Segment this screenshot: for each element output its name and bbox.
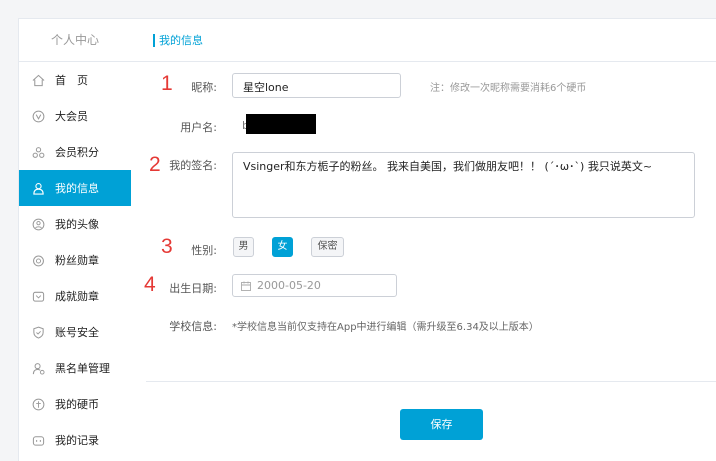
sidebar-item-blacklist[interactable]: 黑名单管理 <box>19 350 131 386</box>
achievement-icon <box>31 289 45 303</box>
sidebar-item-security[interactable]: 账号安全 <box>19 314 131 350</box>
sidebar-item-label: 首 页 <box>55 74 88 87</box>
vip-icon <box>31 109 45 123</box>
birthday-input[interactable]: 2000-05-20 <box>232 274 397 297</box>
sidebar-item-home[interactable]: 首 页 <box>19 62 131 98</box>
sidebar-item-label: 粉丝勋章 <box>55 254 99 267</box>
sidebar-item-label: 账号安全 <box>55 326 99 339</box>
record-icon <box>31 433 45 447</box>
main-panel: 我的信息 1 昵称: 星空lone 注：修改一次昵称需要消耗6个硬币 用户名: … <box>131 18 716 461</box>
save-button[interactable]: 保存 <box>400 409 483 440</box>
home-icon <box>31 73 45 87</box>
sidebar-item-label: 我的头像 <box>55 218 99 231</box>
blacklist-icon <box>31 361 45 375</box>
sidebar-item-achievement[interactable]: 成就勋章 <box>19 278 131 314</box>
sidebar-item-label: 黑名单管理 <box>55 362 110 375</box>
birthday-value: 2000-05-20 <box>257 279 321 292</box>
redacted-block <box>246 114 316 134</box>
sidebar-item-records[interactable]: 我的记录 <box>19 422 131 458</box>
sidebar: 个人中心 首 页 大会员 会员积分 我的信息 我的头像 粉丝勋章 成就勋章 账号… <box>18 18 132 461</box>
sidebar-item-my-info[interactable]: 我的信息 <box>19 170 131 206</box>
birthday-label: 出生日期: <box>169 282 217 295</box>
sidebar-item-avatar[interactable]: 我的头像 <box>19 206 131 242</box>
gender-female-button[interactable]: 女 <box>272 237 293 257</box>
nickname-input[interactable]: 星空lone <box>232 73 401 98</box>
sidebar-title: 个人中心 <box>19 19 131 62</box>
gender-label: 性别: <box>191 244 217 257</box>
sidebar-item-label: 会员积分 <box>55 146 99 159</box>
avatar-icon <box>31 217 45 231</box>
user-icon <box>31 181 45 195</box>
fan-medal-icon <box>31 253 45 267</box>
sidebar-item-vip[interactable]: 大会员 <box>19 98 131 134</box>
gender-male-button[interactable]: 男 <box>233 237 254 257</box>
main-header: 我的信息 <box>131 19 716 62</box>
page-title: 我的信息 <box>159 34 203 47</box>
gender-secret-button[interactable]: 保密 <box>311 237 344 257</box>
sidebar-item-fan-medal[interactable]: 粉丝勋章 <box>19 242 131 278</box>
sidebar-item-label: 大会员 <box>55 110 88 123</box>
username-label: 用户名: <box>180 121 217 134</box>
school-note: *学校信息当前仅支持在App中进行编辑（需升级至6.34及以上版本） <box>232 322 539 333</box>
sidebar-item-label: 我的记录 <box>55 434 99 447</box>
points-icon <box>31 145 45 159</box>
nickname-label: 昵称: <box>191 81 217 94</box>
divider <box>146 381 716 382</box>
sidebar-item-label: 成就勋章 <box>55 290 99 303</box>
sidebar-item-label: 我的硬币 <box>55 398 99 411</box>
calendar-icon <box>241 281 251 291</box>
coin-icon <box>31 397 45 411</box>
shield-icon <box>31 325 45 339</box>
nickname-hint: 注：修改一次昵称需要消耗6个硬币 <box>430 83 587 94</box>
sidebar-item-coins[interactable]: 我的硬币 <box>19 386 131 422</box>
sidebar-item-points[interactable]: 会员积分 <box>19 134 131 170</box>
title-accent-bar <box>153 34 155 47</box>
school-label: 学校信息: <box>169 320 217 333</box>
signature-textarea[interactable]: Vsinger和东方栀子的粉丝。 我来自美国，我们做朋友吧！！ (´･ω･`) … <box>232 152 695 218</box>
sidebar-item-label: 我的信息 <box>55 182 99 195</box>
signature-label: 我的签名: <box>169 159 217 172</box>
